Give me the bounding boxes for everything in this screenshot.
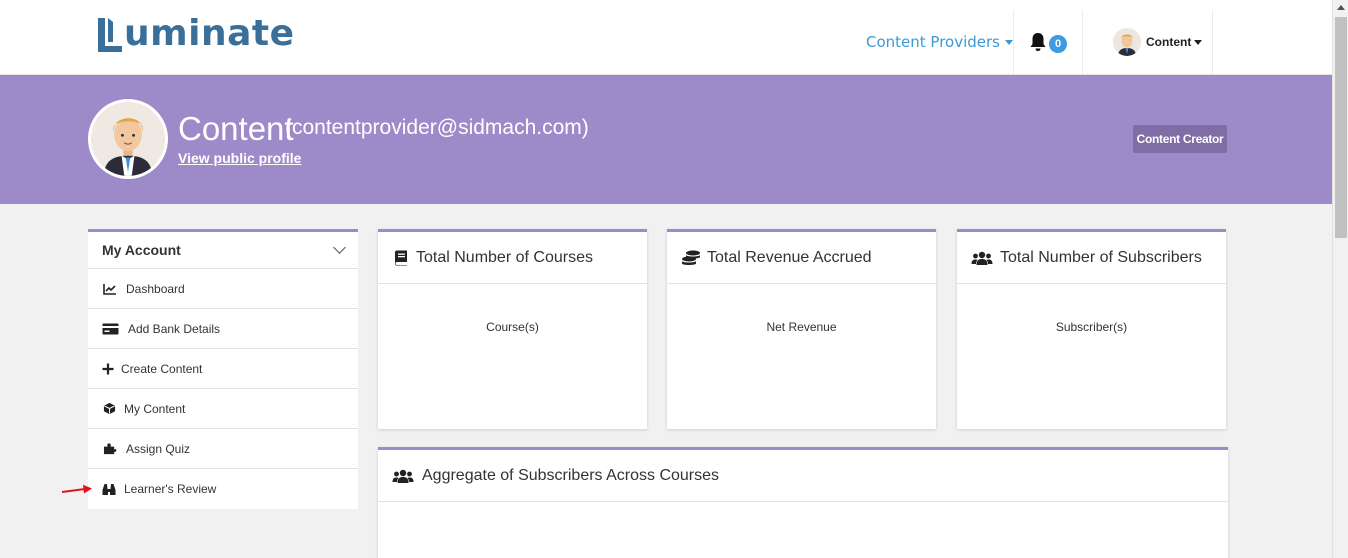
nav-divider [1013, 10, 1014, 74]
chart-line-icon [102, 282, 118, 296]
aggregate-subscribers-card: Aggregate of Subscribers Across Courses [378, 447, 1228, 558]
sidebar-item-label: Dashboard [126, 281, 185, 296]
sidebar-item-label: My Content [124, 401, 186, 416]
sidebar-item-label: Create Content [121, 361, 203, 376]
total-subscribers-card: Total Number of Subscribers Subscriber(s… [957, 229, 1226, 429]
caret-down-icon [1005, 40, 1013, 45]
cube-icon [102, 402, 116, 416]
logo-mark-icon [98, 18, 122, 52]
caret-down-icon [1194, 39, 1203, 45]
plus-icon [102, 362, 114, 376]
sidebar-item-label: Assign Quiz [126, 441, 191, 456]
coins-icon [681, 249, 701, 267]
book-icon [392, 249, 410, 267]
logo-text: uminate [124, 13, 295, 54]
card-header: Total Number of Subscribers [957, 232, 1226, 284]
sidebar-item-learners-review[interactable]: Learner's Review [88, 469, 358, 509]
profile-avatar [88, 99, 168, 179]
card-title: Total Revenue Accrued [707, 248, 872, 266]
users-icon [392, 467, 414, 485]
sidebar-item-add-bank-details[interactable]: Add Bank Details [88, 309, 358, 349]
binoculars-icon [102, 482, 116, 496]
scroll-up-arrow-icon[interactable] [1337, 5, 1345, 10]
card-title: Total Number of Subscribers [1000, 248, 1202, 266]
user-menu-label: Content [1146, 35, 1192, 49]
card-title: Total Number of Courses [416, 248, 593, 266]
content-providers-label: Content Providers [866, 33, 1000, 51]
sidebar-item-my-content[interactable]: My Content [88, 389, 358, 429]
card-title: Aggregate of Subscribers Across Courses [422, 466, 720, 484]
luminate-logo[interactable]: uminate [96, 12, 295, 56]
sidebar-item-dashboard[interactable]: Dashboard [88, 269, 358, 309]
bell-icon[interactable] [1029, 32, 1047, 52]
users-icon [971, 249, 993, 267]
card-body-label: Net Revenue [766, 320, 837, 334]
card-header: Total Number of Courses [378, 232, 647, 284]
role-badge: Content Creator [1133, 125, 1227, 153]
my-account-toggle[interactable]: My Account [88, 232, 358, 269]
nav-divider [1082, 10, 1083, 74]
sidebar-title: My Account [102, 242, 181, 258]
profile-banner: Content (contentprovider@sidmach.com) Vi… [0, 75, 1332, 204]
puzzle-icon [102, 442, 117, 456]
card-body-label: Course(s) [486, 320, 539, 334]
content-providers-dropdown[interactable]: Content Providers [866, 33, 1013, 51]
sidebar-item-create-content[interactable]: Create Content [88, 349, 358, 389]
sidebar-item-assign-quiz[interactable]: Assign Quiz [88, 429, 358, 469]
total-revenue-card: Total Revenue Accrued Net Revenue [667, 229, 936, 429]
card-header: Aggregate of Subscribers Across Courses [378, 450, 1228, 502]
total-courses-card: Total Number of Courses Course(s) [378, 229, 647, 429]
scrollbar-thumb[interactable] [1335, 17, 1347, 238]
card-header: Total Revenue Accrued [667, 232, 936, 284]
profile-email: (contentprovider@sidmach.com) [285, 116, 589, 139]
user-avatar [1113, 28, 1141, 56]
chevron-down-icon [333, 241, 346, 254]
top-navbar: uminate Content Providers 0 Content [0, 0, 1332, 75]
user-menu-dropdown[interactable]: Content [1113, 28, 1203, 56]
credit-card-icon [102, 322, 119, 336]
notification-count-badge: 0 [1049, 35, 1067, 53]
sidebar-item-label: Add Bank Details [128, 321, 221, 336]
profile-name: Content [178, 110, 294, 147]
nav-divider [1212, 10, 1213, 74]
annotation-arrow-icon [61, 484, 92, 494]
view-public-profile-link[interactable]: View public profile [178, 150, 301, 166]
sidebar-item-label: Learner's Review [124, 482, 217, 496]
page-scrollbar[interactable] [1332, 0, 1348, 558]
account-sidebar: My Account Dashboard Add Bank Details Cr… [88, 229, 358, 509]
card-body-label: Subscriber(s) [1055, 320, 1128, 334]
